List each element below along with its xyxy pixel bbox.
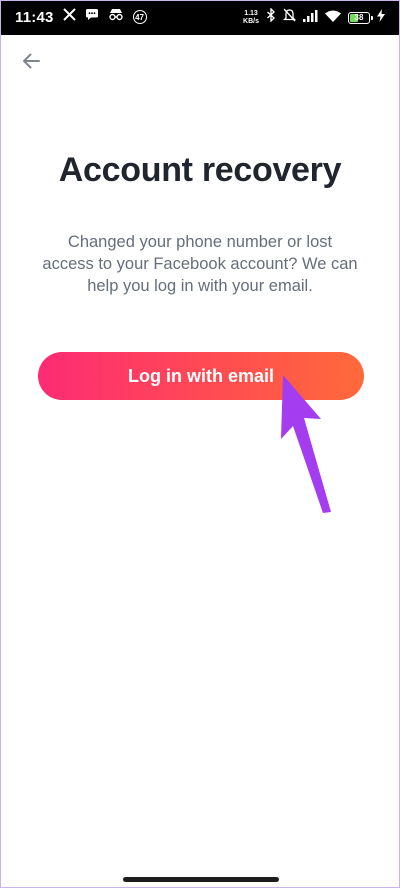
description-line: Changed your phone number or lost xyxy=(67,233,333,251)
description-line: access to your Facebook account? We can xyxy=(42,255,358,273)
annotation-arrow-icon xyxy=(281,375,331,513)
message-icon xyxy=(85,8,99,26)
battery-level: 38 xyxy=(354,13,364,22)
notification-count-badge: 47 xyxy=(132,10,147,24)
network-speed-unit: KB/s xyxy=(243,17,259,25)
status-bar: 11:43 47 1.13 KB/s 38 xyxy=(1,1,399,35)
battery-indicator: 38 xyxy=(348,11,373,24)
screen: 11:43 47 1.13 KB/s 38 Account recovery C… xyxy=(0,0,400,888)
status-time: 11:43 xyxy=(15,8,54,26)
description-text: Changed your phone number or lost access… xyxy=(31,231,369,297)
back-button[interactable] xyxy=(17,47,45,75)
network-speed-value: 1.13 xyxy=(244,9,258,17)
signal-icon xyxy=(303,9,318,27)
description-line: help you log in with your email. xyxy=(87,277,313,295)
status-bar-left: 11:43 47 xyxy=(15,8,147,26)
bell-off-icon xyxy=(282,8,297,27)
network-speed: 1.13 KB/s xyxy=(243,10,259,26)
wifi-icon xyxy=(325,9,341,27)
incognito-icon xyxy=(108,8,124,26)
status-bar-right: 1.13 KB/s 38 xyxy=(243,7,385,27)
back-arrow-icon xyxy=(23,53,40,69)
bluetooth-icon xyxy=(266,7,276,27)
home-indicator[interactable] xyxy=(123,877,279,882)
page-title: Account recovery xyxy=(58,151,342,189)
charging-bolt-icon xyxy=(377,8,385,27)
x-logo-icon xyxy=(62,8,76,26)
battery-tip xyxy=(371,15,373,20)
